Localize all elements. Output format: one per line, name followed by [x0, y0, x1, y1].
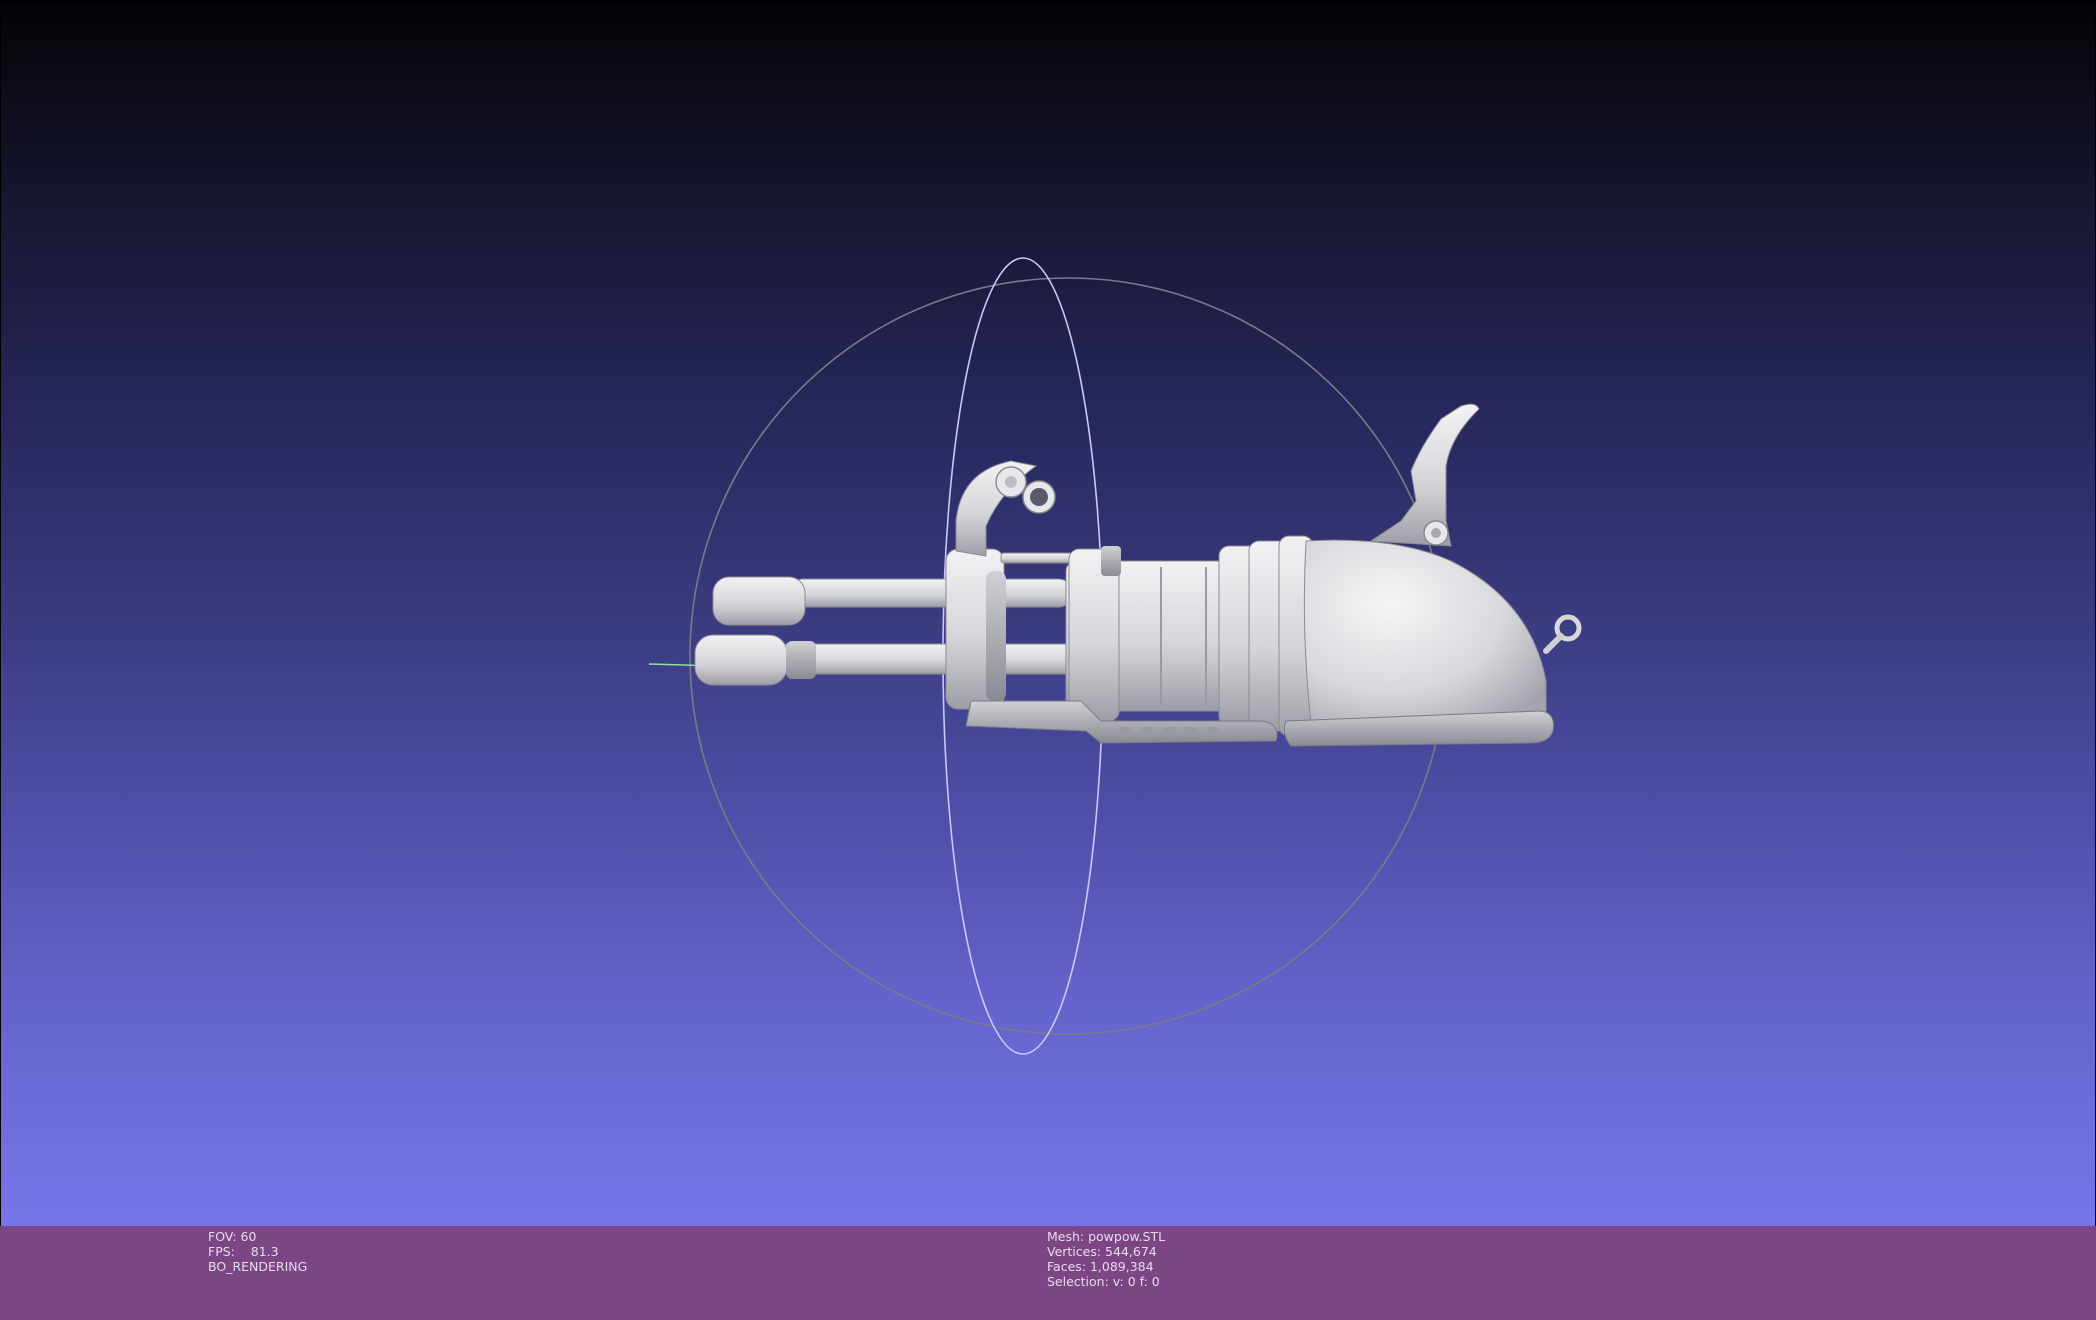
render-info: FOV: 60 FPS: 81.3 BO_RENDERING — [208, 1229, 307, 1274]
fps-label: FPS: 81.3 — [208, 1244, 279, 1259]
status-bar: FOV: 60 FPS: 81.3 BO_RENDERING Mesh: pow… — [0, 1226, 2096, 1320]
faces-label: Faces: 1,089,384 — [1047, 1259, 1154, 1274]
scene-canvas[interactable] — [1, 1, 2095, 1226]
vertices-label: Vertices: 544,674 — [1047, 1244, 1157, 1259]
render-mode-label: BO_RENDERING — [208, 1259, 308, 1274]
mesh-model[interactable] — [694, 403, 1582, 747]
mesh-name-label: Mesh: powpow.STL — [1047, 1229, 1166, 1244]
selection-label: Selection: v: 0 f: 0 — [1047, 1274, 1160, 1289]
mesh-info: Mesh: powpow.STL Vertices: 544,674 Faces… — [1047, 1229, 1165, 1289]
3d-viewport[interactable] — [1, 1, 2095, 1226]
fov-label: FOV: 60 — [208, 1229, 257, 1244]
